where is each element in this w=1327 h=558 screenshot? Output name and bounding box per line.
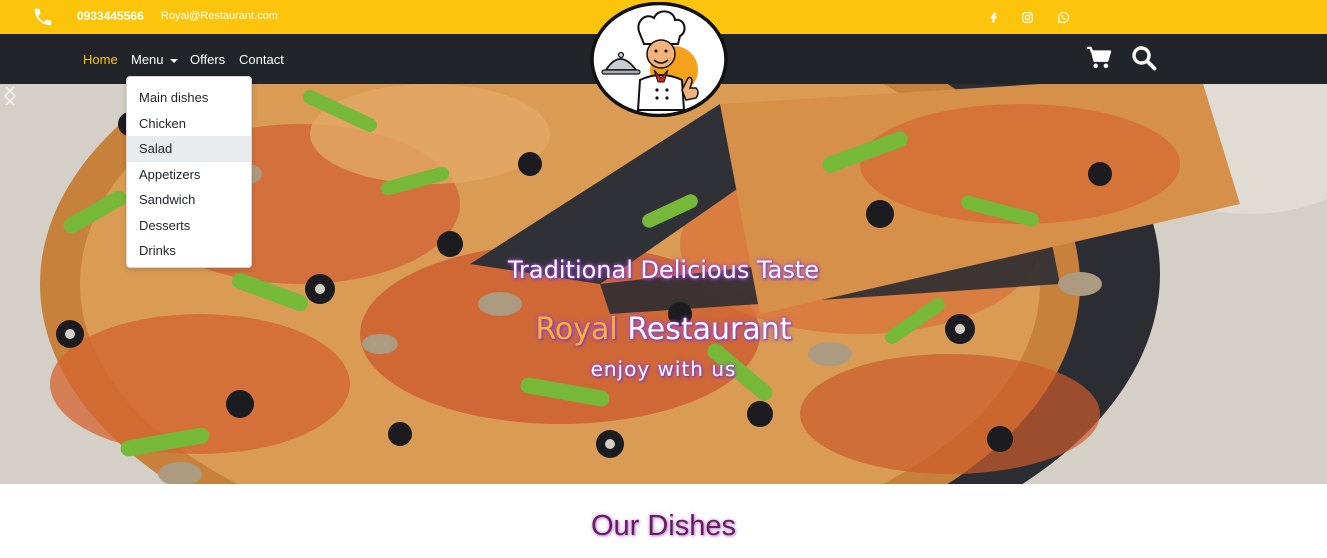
nav-offers[interactable]: Offers bbox=[190, 52, 225, 67]
section-title-our-dishes: Our Dishes bbox=[590, 510, 737, 542]
facebook-icon[interactable] bbox=[987, 11, 1000, 24]
dropdown-item-desserts[interactable]: Desserts bbox=[127, 213, 251, 239]
dropdown-item-salad[interactable]: Salad bbox=[127, 136, 251, 162]
nav-contact[interactable]: Contact bbox=[239, 52, 284, 67]
menu-dropdown: Main dishes Chicken Salad Appetizers San… bbox=[126, 76, 252, 268]
search-icon[interactable] bbox=[1131, 45, 1157, 71]
dropdown-item-chicken[interactable]: Chicken bbox=[127, 111, 251, 137]
hero-brand: Royal Restaurant bbox=[0, 312, 1327, 347]
hero-subtitle: enjoy with us bbox=[590, 357, 737, 381]
instagram-icon[interactable] bbox=[1021, 11, 1034, 24]
dropdown-item-appetizers[interactable]: Appetizers bbox=[127, 162, 251, 188]
hero-brand-rest: Restaurant bbox=[627, 312, 792, 347]
hero-brand-accent: Royal bbox=[535, 312, 618, 347]
whatsapp-icon[interactable] bbox=[1057, 11, 1070, 24]
dropdown-item-sandwich[interactable]: Sandwich bbox=[127, 187, 251, 213]
nav-menu-toggle[interactable]: Menu bbox=[131, 52, 178, 67]
phone-number[interactable]: 0933445566 bbox=[77, 9, 144, 23]
nav-menu-label: Menu bbox=[131, 52, 164, 67]
carousel-next-icon[interactable] bbox=[0, 84, 20, 108]
dropdown-item-main-dishes[interactable]: Main dishes bbox=[127, 85, 251, 111]
phone-icon bbox=[34, 8, 52, 26]
chef-logo[interactable] bbox=[590, 2, 728, 117]
nav-home[interactable]: Home bbox=[83, 52, 118, 67]
email-address[interactable]: Royal@Restaurant.com bbox=[161, 10, 278, 22]
cart-icon[interactable] bbox=[1086, 46, 1112, 70]
caret-down-icon bbox=[169, 58, 178, 63]
dropdown-item-drinks[interactable]: Drinks bbox=[127, 238, 251, 264]
